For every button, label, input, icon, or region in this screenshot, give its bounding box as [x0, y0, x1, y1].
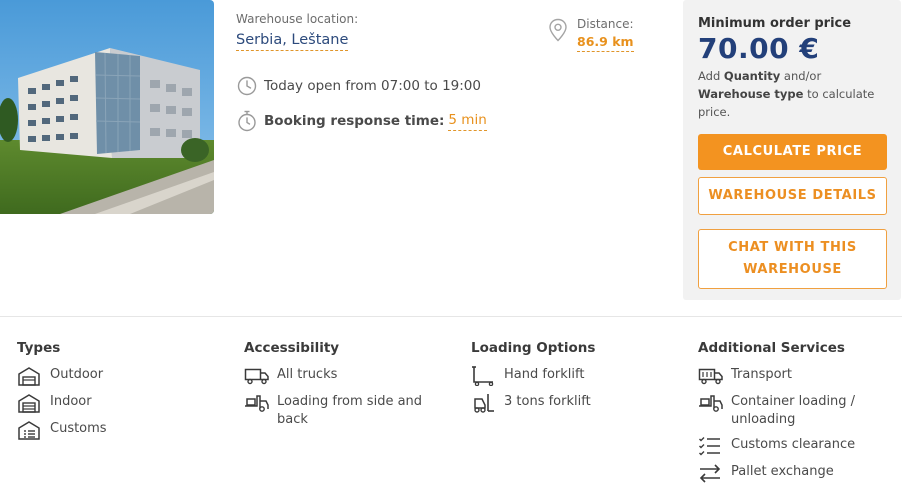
hand-forklift-icon — [471, 366, 497, 386]
opening-hours-text: Today open from 07:00 to 19:00 — [264, 78, 481, 94]
warehouse-details-button[interactable]: WAREHOUSE DETAILS — [698, 177, 887, 215]
feature-item: Customs clearance — [698, 436, 898, 456]
truck-icon — [244, 366, 270, 386]
clock-icon — [236, 75, 258, 97]
feature-item: Transport — [698, 366, 898, 386]
feature-label: Container loading / unloading — [731, 394, 856, 427]
forklift-icon — [471, 393, 497, 413]
feature-item: Container loading / unloading — [698, 393, 898, 429]
booking-value[interactable]: 5 min — [448, 112, 487, 131]
stopwatch-icon — [236, 110, 258, 132]
feature-item: Hand forklift — [471, 366, 671, 386]
hint-middle: and/or — [780, 69, 822, 83]
hint-prefix: Add — [698, 69, 724, 83]
customs-checklist-icon — [698, 436, 724, 456]
booking-response: Booking response time: 5 min — [236, 110, 487, 132]
types-column: Types Outdoor Indoor Customs — [17, 340, 107, 447]
hint-quantity: Quantity — [723, 69, 781, 83]
feature-label: Pallet exchange — [731, 464, 834, 479]
feature-label: Indoor — [50, 394, 92, 409]
feature-label: Hand forklift — [504, 367, 585, 382]
container-loading-icon — [698, 393, 724, 413]
additional-services-title: Additional Services — [698, 340, 845, 356]
chat-warehouse-button[interactable]: CHAT WITH THIS WAREHOUSE — [698, 229, 887, 289]
feature-item: Customs — [17, 420, 107, 440]
exchange-arrows-icon — [698, 463, 724, 483]
feature-item: Loading from side and back — [244, 393, 444, 429]
feature-item: All trucks — [244, 366, 444, 386]
loading-options-title: Loading Options — [471, 340, 596, 356]
feature-item: Indoor — [17, 393, 107, 413]
feature-label: 3 tons forklift — [504, 394, 591, 409]
booking-label: Booking response time: — [264, 113, 445, 129]
feature-label: Customs clearance — [731, 437, 856, 452]
location-link[interactable]: Serbia, Leštane — [236, 32, 349, 51]
feature-item: 3 tons forklift — [471, 393, 671, 413]
customs-warehouse-icon — [17, 420, 43, 440]
outdoor-warehouse-icon — [17, 366, 43, 386]
feature-item: Pallet exchange — [698, 463, 898, 483]
feature-label: All trucks — [277, 367, 338, 382]
hint-type: Warehouse type — [698, 87, 804, 101]
price-hint: Add Quantity and/or Warehouse type to ca… — [698, 67, 887, 121]
feature-label: Customs — [50, 421, 107, 436]
price-panel: Minimum order price 70.00 € Add Quantity… — [683, 0, 901, 300]
distance-value[interactable]: 86.9 km — [577, 34, 634, 52]
accessibility-column: Accessibility All trucks Loading from si… — [244, 340, 444, 436]
section-divider — [0, 316, 902, 317]
calculate-price-button[interactable]: CALCULATE PRICE — [698, 134, 887, 170]
loading-options-column: Loading Options Hand forklift 3 tons for… — [471, 340, 671, 420]
indoor-warehouse-icon — [17, 393, 43, 413]
side-loading-icon — [244, 393, 270, 413]
feature-item: Outdoor — [17, 366, 107, 386]
distance-info: Distance: 86.9 km — [548, 17, 634, 52]
opening-hours: Today open from 07:00 to 19:00 — [236, 75, 481, 97]
feature-label: Loading from side and back — [277, 394, 423, 427]
min-price-value: 70.00 € — [698, 32, 820, 65]
feature-label: Outdoor — [50, 367, 104, 382]
min-price-label: Minimum order price — [698, 16, 852, 31]
warehouse-photo[interactable] — [0, 0, 214, 214]
map-pin-icon — [548, 18, 568, 42]
transport-truck-icon — [698, 366, 724, 386]
accessibility-title: Accessibility — [244, 340, 340, 356]
additional-services-column: Additional Services Transport Container … — [698, 340, 898, 490]
distance-label: Distance: — [577, 17, 634, 31]
feature-label: Transport — [731, 367, 793, 382]
types-title: Types — [17, 340, 61, 356]
